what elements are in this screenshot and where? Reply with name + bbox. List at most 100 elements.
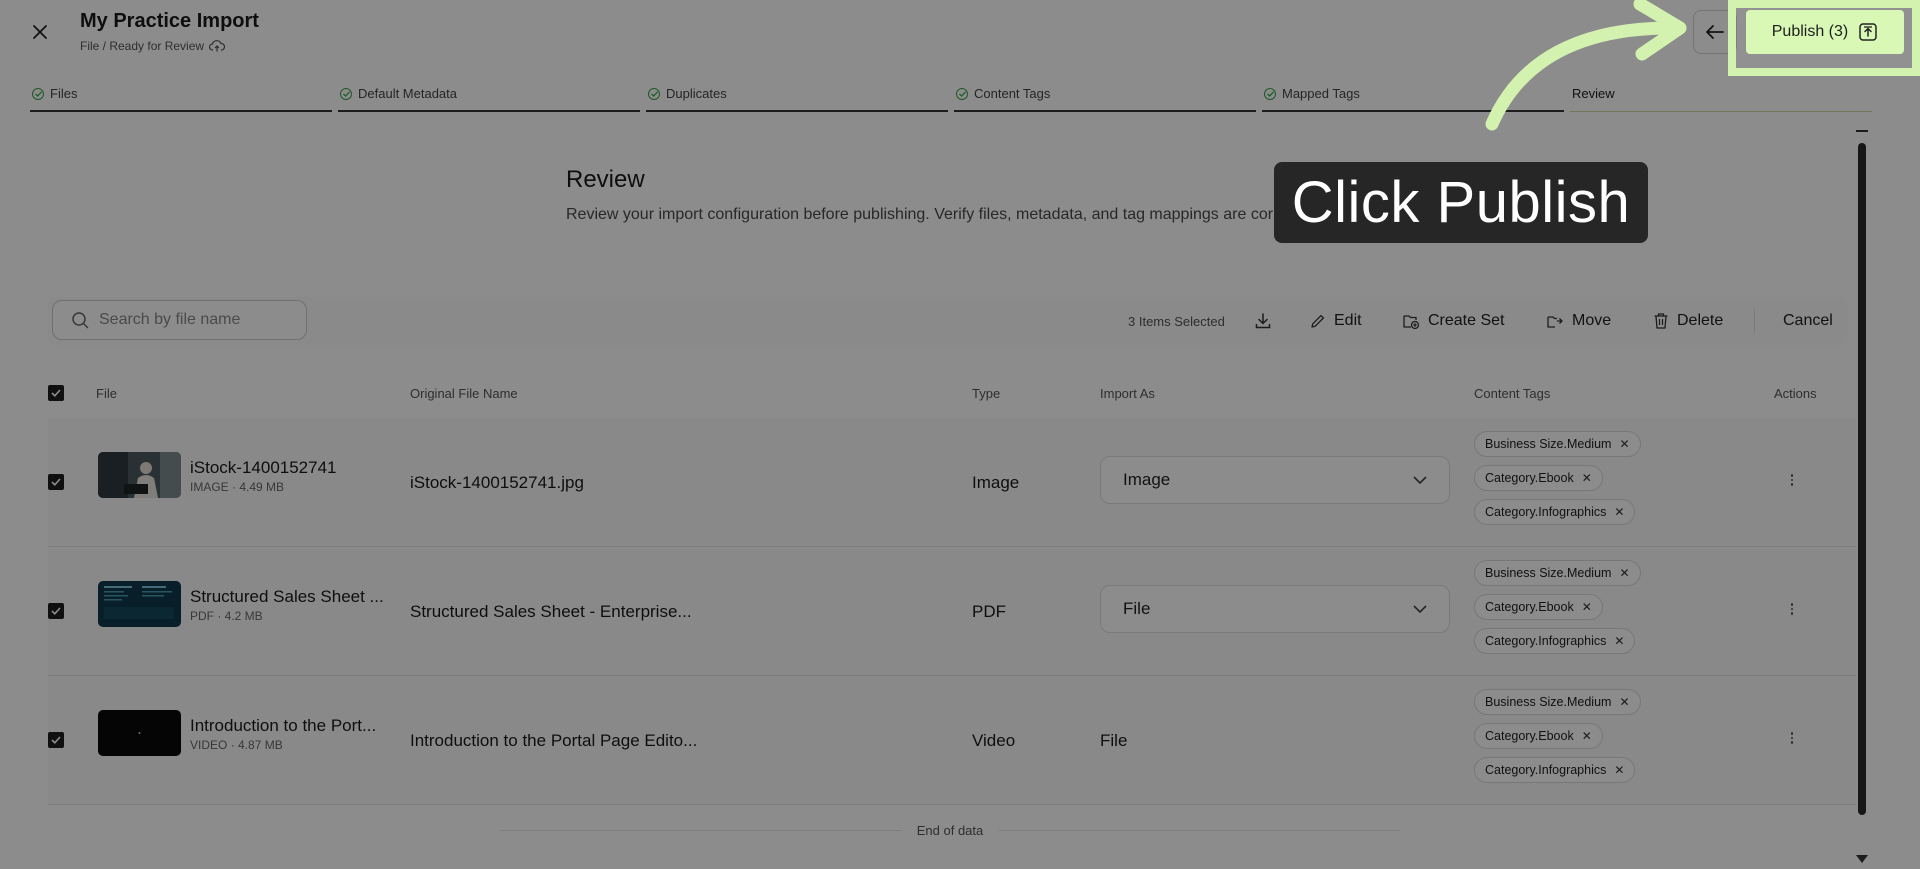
remove-tag-icon[interactable]: ✕ [1582,729,1592,743]
file-name: Introduction to the Port... [190,716,377,735]
row-checkbox[interactable] [48,603,64,619]
file-type: Video [972,731,1016,750]
table-row[interactable]: iStock-1400152741 IMAGE · 4.49 MB iStock… [48,418,1856,547]
end-of-data-label: End of data [900,822,1000,838]
edit-label: Edit [1334,312,1362,329]
tag-chip: Category.Ebook ✕ [1474,465,1603,491]
file-name: iStock-1400152741 [190,458,337,477]
step-content-tags[interactable]: Content Tags [954,86,1256,112]
download-icon [1255,313,1271,329]
tag-chip: Business Size.Medium ✕ [1474,431,1641,457]
scrollbar-top [1856,130,1868,132]
import-as-select[interactable]: File [1100,585,1450,633]
chevron-down-icon [1413,476,1427,484]
search-input[interactable] [99,311,299,329]
file-thumbnail [98,710,181,756]
search-box[interactable] [52,300,307,340]
tag-label: Category.Ebook [1485,471,1574,485]
select-all-checkbox[interactable] [48,385,64,401]
toolbar-divider [1754,309,1755,333]
tag-label: Business Size.Medium [1485,566,1612,580]
content-tags: Business Size.Medium ✕ Category.Ebook ✕ Ca… [1474,689,1641,783]
file-type: Image [972,473,1020,492]
checkmark-icon [51,607,61,615]
file-type: PDF [972,602,1006,621]
publish-upload-icon [1859,23,1877,41]
close-button[interactable] [28,20,52,44]
scrollbar-thumb[interactable] [1858,143,1866,815]
check-circle-icon [32,88,44,100]
original-file-name: Structured Sales Sheet - Enterprise... [410,602,692,621]
scroll-down-icon[interactable] [1856,855,1868,863]
import-as-value: File [1100,731,1128,750]
edit-button[interactable]: Edit [1310,307,1362,335]
original-file-name: Introduction to the Portal Page Edito... [410,731,698,750]
file-meta: VIDEO · 4.87 MB [190,738,283,752]
cancel-label: Cancel [1783,312,1833,329]
tag-label: Category.Infographics [1485,763,1607,777]
arrow-left-icon [1706,25,1724,39]
tag-label: Category.Ebook [1485,729,1574,743]
check-circle-icon [648,88,660,100]
remove-tag-icon[interactable]: ✕ [1619,566,1629,580]
close-icon [33,25,47,39]
row-checkbox[interactable] [48,732,64,748]
breadcrumb-text: File / Ready for Review [80,39,205,53]
original-file-name: iStock-1400152741.jpg [410,473,584,492]
more-actions-icon[interactable] [1787,728,1797,748]
end-of-data: End of data [500,820,1400,840]
move-button[interactable]: Move [1546,307,1611,335]
remove-tag-icon[interactable]: ✕ [1614,505,1624,519]
check-circle-icon [340,88,352,100]
row-checkbox[interactable] [48,474,64,490]
column-header-import-as: Import As [1100,386,1155,401]
more-actions-icon[interactable] [1787,470,1797,490]
delete-button[interactable]: Delete [1653,307,1723,335]
folder-add-icon [1403,315,1420,330]
pencil-icon [1311,314,1325,328]
column-header-type: Type [972,386,1001,401]
table-row[interactable]: Structured Sales Sheet ... PDF · 4.2 MB … [48,547,1856,676]
content-tags: Business Size.Medium ✕ Category.Ebook ✕ Ca… [1474,431,1641,525]
content-tags: Business Size.Medium ✕ Category.Ebook ✕ Ca… [1474,560,1641,654]
cancel-button[interactable]: Cancel [1783,307,1833,335]
import-as-select[interactable]: Image [1100,456,1450,504]
step-files[interactable]: Files [30,86,332,112]
download-button[interactable] [1254,307,1272,335]
check-circle-icon [956,88,968,100]
file-thumbnail [98,581,181,627]
callout-arrow-icon [1485,0,1687,131]
column-header-file: File [96,386,117,401]
move-icon [1547,316,1563,328]
step-duplicates[interactable]: Duplicates [646,86,948,112]
more-actions-icon[interactable] [1787,599,1797,619]
import-review-page: My Practice Import File / Ready for Revi… [0,0,1920,869]
step-label: Mapped Tags [1282,86,1360,101]
selection-toolbar: 3 Items Selected Edit Create Set Move De… [48,297,1848,345]
trash-icon [1654,313,1668,329]
tag-chip: Category.Infographics ✕ [1474,628,1636,654]
step-label: Content Tags [974,86,1051,101]
checkmark-icon [51,736,61,744]
table-row[interactable]: Introduction to the Port... VIDEO · 4.87… [48,676,1856,805]
tag-label: Category.Infographics [1485,634,1607,648]
remove-tag-icon[interactable]: ✕ [1582,600,1592,614]
remove-tag-icon[interactable]: ✕ [1614,634,1624,648]
publish-button[interactable]: Publish (3) [1746,10,1904,54]
cloud-upload-icon [209,40,226,52]
column-header-original: Original File Name [410,386,518,401]
remove-tag-icon[interactable]: ✕ [1619,437,1629,451]
create-set-button[interactable]: Create Set [1402,307,1504,335]
delete-label: Delete [1677,312,1724,329]
remove-tag-icon[interactable]: ✕ [1614,763,1624,777]
checkmark-icon [51,389,61,397]
remove-tag-icon[interactable]: ✕ [1582,471,1592,485]
check-circle-icon [1264,88,1276,100]
file-meta: PDF · 4.2 MB [190,609,263,623]
selected-count: 3 Items Selected [1128,314,1225,329]
step-default-metadata[interactable]: Default Metadata [338,86,640,112]
remove-tag-icon[interactable]: ✕ [1619,695,1629,709]
column-header-content-tags: Content Tags [1474,386,1551,401]
step-label: Default Metadata [358,86,458,101]
tag-label: Business Size.Medium [1485,695,1612,709]
